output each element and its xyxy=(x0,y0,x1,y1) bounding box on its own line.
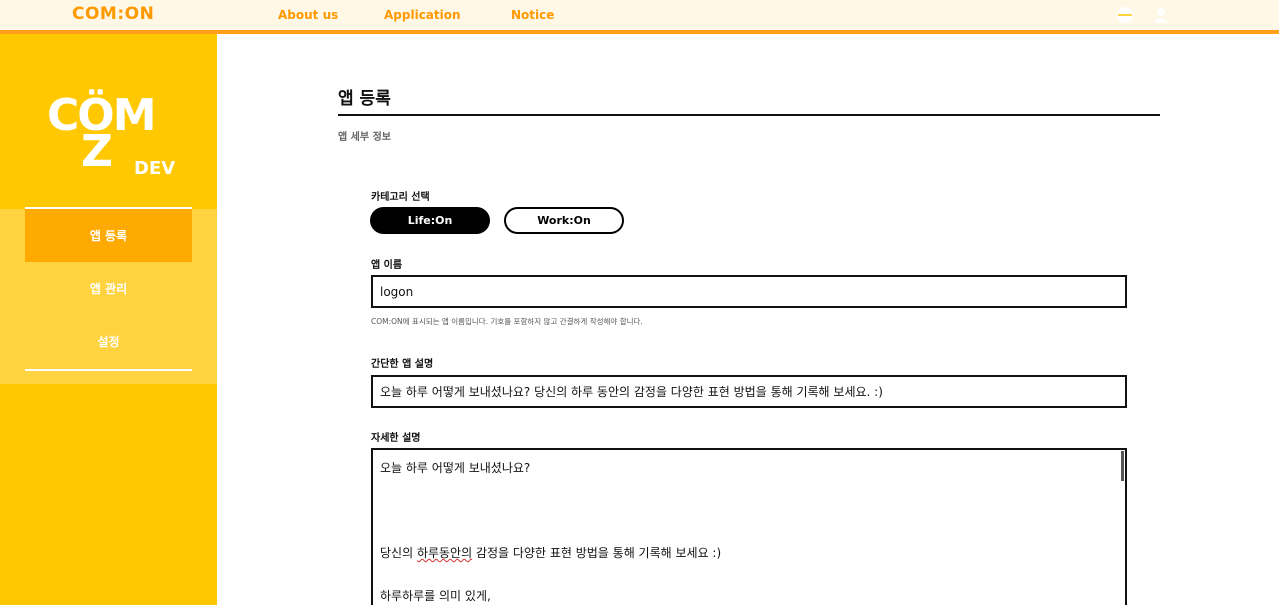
app-name-label: 앱 이름 xyxy=(371,260,403,271)
top-navigation-bar: COM:ON About us Application Notice xyxy=(0,0,1279,34)
nav-about-us[interactable]: About us xyxy=(278,8,338,22)
textarea-text: 감정을 다양한 표현 방법을 통해 기록해 보세요 :) xyxy=(472,546,722,560)
textarea-scrollbar[interactable] xyxy=(1121,451,1124,481)
nav-application[interactable]: Application xyxy=(384,8,461,22)
sidebar-divider-bottom xyxy=(25,369,192,371)
textarea-line-1: 오늘 하루 어떻게 보내셨나요? xyxy=(380,461,531,475)
short-description-label: 간단한 앱 설명 xyxy=(371,359,434,370)
short-description-input[interactable]: 오늘 하루 어떻게 보내셨나요? 당신의 하루 동안의 감정을 다양한 표현 방… xyxy=(371,375,1127,408)
page-title: 앱 등록 xyxy=(338,89,391,109)
sidebar-item-app-register[interactable]: 앱 등록 xyxy=(25,209,192,262)
textarea-text: 당신의 xyxy=(380,546,417,560)
detailed-description-textarea[interactable]: 오늘 하루 어떻게 보내셨나요? 당신의 하루동안의 감정을 다양한 표현 방법… xyxy=(371,448,1127,605)
category-life-on-button[interactable]: Life:On xyxy=(370,207,490,234)
category-work-on-button[interactable]: Work:On xyxy=(504,207,624,234)
user-icon[interactable] xyxy=(1152,6,1170,24)
app-name-input[interactable]: logon xyxy=(371,275,1127,308)
sidebar-item-app-manage[interactable]: 앱 관리 xyxy=(25,262,192,315)
brand-logo[interactable]: COM:ON xyxy=(72,4,154,24)
category-label: 카테고리 선택 xyxy=(371,192,430,203)
app-name-help-text: COM:ON에 표시되는 앱 이름입니다. 기호를 포함하지 않고 간결하게 작… xyxy=(371,317,643,326)
sidebar-item-settings[interactable]: 설정 xyxy=(25,315,192,368)
textarea-line-3: 하루하루를 의미 있게, xyxy=(380,589,491,603)
logo-z-text: Z xyxy=(81,126,113,177)
textarea-line-2: 당신의 하루동안의 감정을 다양한 표현 방법을 통해 기록해 보세요 :) xyxy=(380,544,721,561)
com-on-dev-logo: CÖM Z DEV xyxy=(45,92,175,182)
title-divider xyxy=(338,114,1160,116)
detailed-description-label: 자세한 설명 xyxy=(371,433,421,444)
globe-icon[interactable] xyxy=(1116,6,1134,24)
nav-notice[interactable]: Notice xyxy=(511,8,554,22)
logo-dev-text: DEV xyxy=(134,158,176,179)
spellcheck-word: 하루동안의 xyxy=(416,546,473,560)
sidebar: CÖM Z DEV 앱 등록 앱 관리 설정 xyxy=(0,34,217,605)
section-subtitle: 앱 세부 정보 xyxy=(338,132,391,143)
